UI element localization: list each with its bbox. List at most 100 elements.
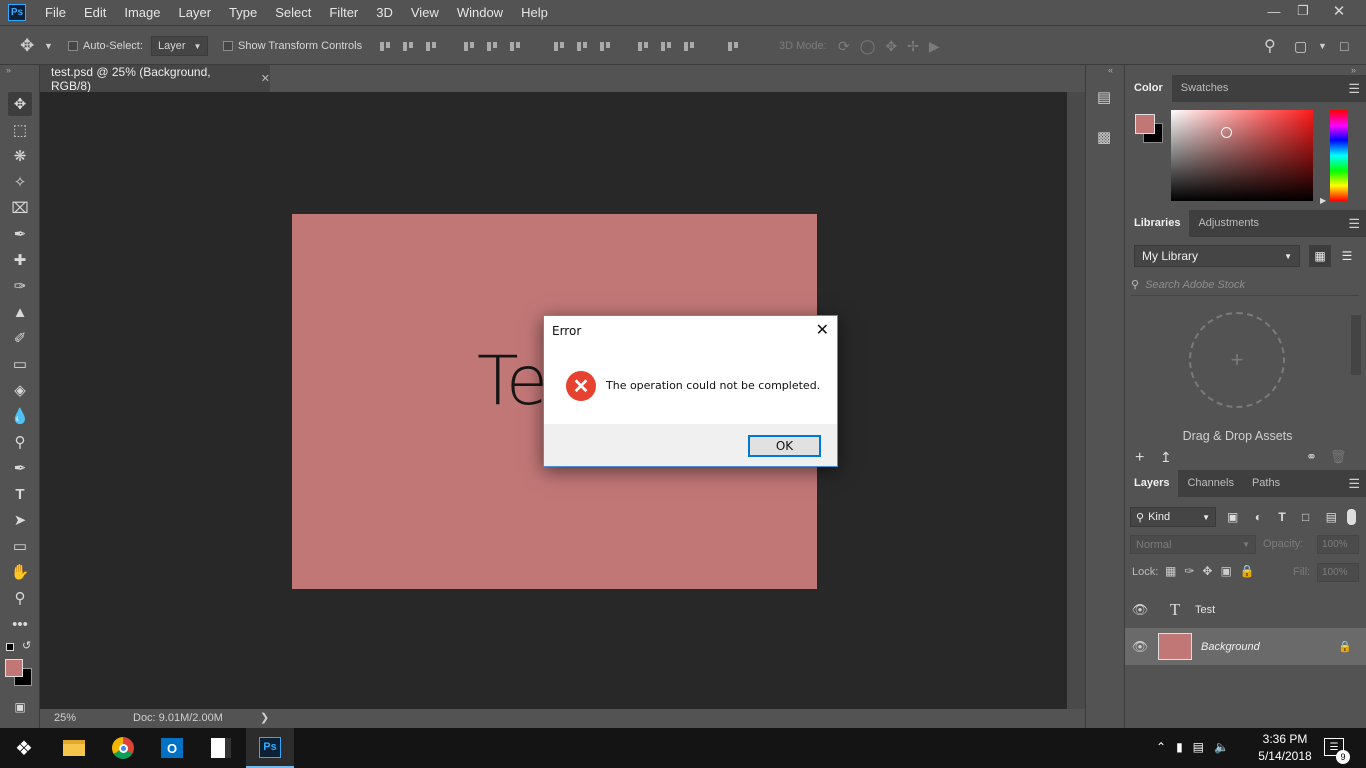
shape-filter-icon[interactable]: □	[1302, 510, 1309, 524]
type-tool-icon[interactable]: T	[8, 482, 32, 506]
opacity-input[interactable]: 100%	[1317, 535, 1359, 554]
3d-orbit-icon[interactable]: ⟳	[838, 38, 850, 55]
3d-scale-icon[interactable]: ▶	[929, 38, 940, 55]
crop-tool-icon[interactable]: ⌧	[8, 196, 32, 220]
auto-select-target-dropdown[interactable]: Layer ▼	[151, 36, 209, 56]
trash-icon[interactable]: 🗑	[1330, 449, 1347, 465]
3d-slide-icon[interactable]: ✢	[907, 38, 919, 55]
auto-align-icon[interactable]	[726, 39, 740, 53]
tab-paths[interactable]: Paths	[1243, 470, 1289, 497]
adjustment-filter-icon[interactable]: ◐	[1255, 510, 1262, 524]
history-brush-tool-icon[interactable]: ✐	[8, 326, 32, 350]
chrome-icon[interactable]	[99, 728, 147, 768]
grid-view-icon[interactable]: ▦	[1309, 245, 1331, 267]
more-tools-icon[interactable]: •••	[8, 612, 32, 636]
drop-zone-plus-icon[interactable]: +	[1189, 312, 1285, 408]
battery-icon[interactable]: ▮	[1176, 740, 1183, 754]
fill-input[interactable]: 100%	[1317, 563, 1359, 582]
network-icon[interactable]: ▤	[1193, 740, 1204, 754]
marquee-tool-icon[interactable]: ⬚	[8, 118, 32, 142]
filter-toggle[interactable]	[1347, 509, 1356, 525]
notes-app-icon[interactable]	[197, 728, 245, 768]
3d-roll-icon[interactable]: ◯	[860, 38, 876, 55]
distribute-bottom-icon[interactable]	[598, 39, 612, 53]
kind-filter-select[interactable]: ⚲ Kind ▼	[1130, 507, 1216, 527]
layer-name[interactable]: Background	[1201, 641, 1260, 653]
align-left-icon[interactable]	[462, 39, 476, 53]
history-panel-icon[interactable]: ▤	[1097, 88, 1111, 106]
lock-position-icon[interactable]: ✥	[1202, 564, 1212, 578]
tab-color[interactable]: Color	[1125, 75, 1172, 102]
lock-icon[interactable]: 🔒	[1338, 640, 1352, 653]
menu-type[interactable]: Type	[220, 0, 266, 25]
tab-swatches[interactable]: Swatches	[1172, 75, 1238, 102]
lasso-tool-icon[interactable]: ❋	[8, 144, 32, 168]
ok-button[interactable]: OK	[748, 435, 821, 457]
menu-view[interactable]: View	[402, 0, 448, 25]
tab-channels[interactable]: Channels	[1178, 470, 1242, 497]
hue-slider-handle-icon[interactable]: ▶	[1320, 196, 1326, 205]
distribute-vcenter-icon[interactable]	[575, 39, 589, 53]
move-tool-icon[interactable]: ✥	[8, 92, 32, 116]
collapse-icon[interactable]: »	[6, 65, 11, 75]
hue-slider[interactable]	[1330, 110, 1348, 201]
close-icon[interactable]: ✕	[816, 320, 829, 340]
move-tool-icon[interactable]: ✥	[20, 26, 34, 66]
layer-row-test[interactable]: 👁 T Test	[1125, 591, 1366, 628]
menu-file[interactable]: File	[36, 0, 75, 25]
pen-tool-icon[interactable]: ✒	[8, 456, 32, 480]
layer-name[interactable]: Test	[1195, 604, 1215, 616]
dodge-tool-icon[interactable]: ⚲	[8, 430, 32, 454]
menu-filter[interactable]: Filter	[320, 0, 367, 25]
tab-layers[interactable]: Layers	[1125, 470, 1179, 497]
vertical-scrollbar[interactable]	[1067, 92, 1085, 709]
visibility-eye-icon[interactable]: 👁	[1125, 602, 1155, 618]
libraries-scrollbar[interactable]	[1351, 315, 1361, 375]
panel-menu-icon[interactable]: ☰	[1348, 75, 1360, 102]
close-icon[interactable]: ✕	[1324, 0, 1354, 22]
creative-cloud-icon[interactable]: ⚭	[1306, 449, 1317, 465]
panel-menu-icon[interactable]: ☰	[1348, 210, 1360, 237]
brush-tool-icon[interactable]: ✑	[8, 274, 32, 298]
lock-pixels-icon[interactable]: ▦	[1165, 564, 1176, 578]
pixel-filter-icon[interactable]: ▣	[1227, 510, 1238, 524]
healing-brush-tool-icon[interactable]: ✚	[8, 248, 32, 272]
add-asset-icon[interactable]: +	[1135, 449, 1144, 467]
menu-select[interactable]: Select	[266, 0, 320, 25]
smart-object-filter-icon[interactable]: ▤	[1326, 510, 1337, 524]
search-icon[interactable]: ⚲	[1264, 26, 1276, 66]
tab-adjustments[interactable]: Adjustments	[1189, 210, 1268, 237]
default-colors-icon[interactable]	[6, 643, 14, 651]
3d-pan-icon[interactable]: ✥	[885, 38, 897, 55]
distribute-top-icon[interactable]	[552, 39, 566, 53]
align-hcenter-icon[interactable]	[485, 39, 499, 53]
workspace-icon[interactable]: ▢	[1294, 26, 1307, 66]
blend-mode-select[interactable]: Normal ▼	[1130, 535, 1256, 554]
restore-icon[interactable]: ❐	[1288, 0, 1318, 22]
rectangle-tool-icon[interactable]: ▭	[8, 534, 32, 558]
quick-select-tool-icon[interactable]: ✧	[8, 170, 32, 194]
menu-edit[interactable]: Edit	[75, 0, 115, 25]
distribute-right-icon[interactable]	[682, 39, 696, 53]
tool-preset-chevron-icon[interactable]: ▼	[44, 26, 53, 66]
foreground-color-swatch[interactable]	[5, 659, 23, 677]
color-spectrum-field[interactable]	[1171, 110, 1313, 201]
file-explorer-icon[interactable]	[50, 728, 98, 768]
show-transform-option[interactable]: Show Transform Controls	[223, 26, 362, 66]
photoshop-taskbar-icon[interactable]: Ps	[246, 728, 294, 768]
clock[interactable]: 3:36 PM 5/14/2018	[1252, 731, 1318, 765]
swap-colors-icon[interactable]: ↺	[22, 639, 31, 652]
minimize-icon[interactable]: —	[1259, 0, 1289, 22]
menu-window[interactable]: Window	[448, 0, 512, 25]
library-select[interactable]: My Library ▼	[1134, 245, 1300, 267]
zoom-level[interactable]: 25%	[54, 712, 76, 724]
zoom-tool-icon[interactable]: ⚲	[8, 586, 32, 610]
menu-help[interactable]: Help	[512, 0, 557, 25]
panel-menu-icon[interactable]: ☰	[1348, 470, 1360, 497]
menu-image[interactable]: Image	[115, 0, 169, 25]
path-selection-tool-icon[interactable]: ➤	[8, 508, 32, 532]
blur-tool-icon[interactable]: 💧	[8, 404, 32, 428]
lock-artboard-icon[interactable]: ▣	[1220, 564, 1231, 578]
auto-select-checkbox[interactable]	[68, 41, 78, 51]
collapse-icon[interactable]: «	[1108, 65, 1113, 75]
